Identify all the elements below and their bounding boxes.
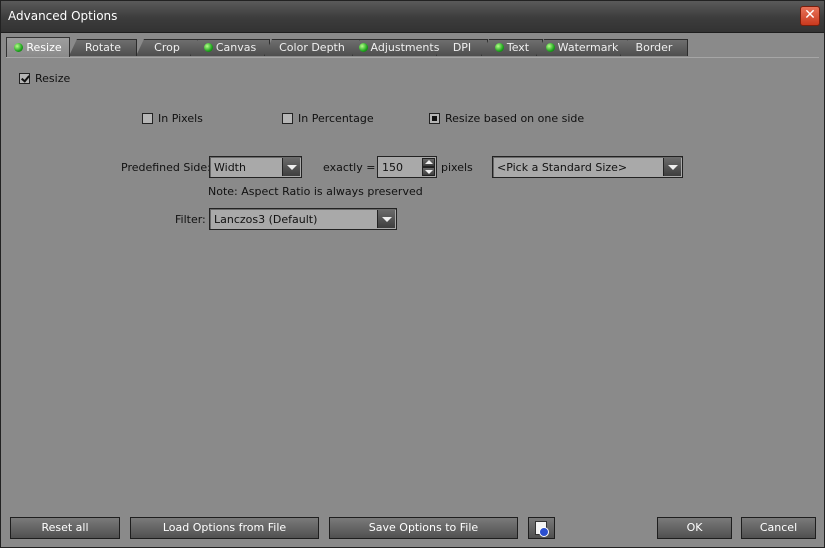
filter-select[interactable]: Lanczos3 (Default) — [209, 208, 397, 230]
spin-up-icon[interactable] — [422, 158, 435, 167]
in-pixels-label: In Pixels — [158, 112, 203, 125]
status-led-icon — [203, 43, 213, 52]
close-button[interactable]: ✕ — [800, 6, 820, 26]
advanced-options-window: Advanced Options ✕ Resize Rotate Crop Ca… — [0, 0, 825, 548]
status-led-icon — [545, 43, 555, 52]
resize-one-side-label: Resize based on one side — [445, 112, 585, 125]
options-file-button[interactable] — [528, 517, 555, 539]
chevron-down-icon[interactable] — [377, 210, 395, 228]
predefined-side-select[interactable]: Width — [209, 156, 302, 178]
resize-enable-checkbox[interactable] — [19, 73, 30, 84]
tab-canvas[interactable]: Canvas — [190, 39, 270, 56]
tab-watermark[interactable]: Watermark — [536, 39, 628, 56]
tab-dpi[interactable]: DPI — [436, 39, 488, 56]
exactly-label: exactly = — [323, 161, 376, 174]
save-options-button[interactable]: Save Options to File — [329, 517, 518, 539]
resize-enable-label: Resize — [35, 72, 71, 85]
load-options-button[interactable]: Load Options from File — [130, 517, 319, 539]
cancel-button[interactable]: Cancel — [741, 517, 816, 539]
pixels-label: pixels — [441, 161, 473, 174]
exactly-value-spinner[interactable]: 150 — [377, 156, 437, 178]
in-percentage-label: In Percentage — [298, 112, 374, 125]
status-led-icon — [358, 43, 368, 52]
tab-resize[interactable]: Resize — [6, 37, 70, 57]
tab-border[interactable]: Border — [620, 39, 688, 56]
tab-text[interactable]: Text — [481, 39, 543, 56]
tab-rotate[interactable]: Rotate — [69, 39, 137, 56]
document-settings-icon — [535, 521, 549, 537]
spin-down-icon[interactable] — [422, 167, 435, 176]
tab-color-depth[interactable]: Color Depth — [264, 39, 360, 56]
in-pixels-checkbox[interactable] — [142, 113, 153, 124]
close-icon: ✕ — [804, 7, 816, 23]
predefined-side-label: Predefined Side: — [121, 161, 211, 174]
footer-bar: Reset all Load Options from File Save Op… — [1, 509, 824, 547]
resize-one-side-checkbox[interactable] — [429, 113, 440, 124]
in-percentage-checkbox[interactable] — [282, 113, 293, 124]
tab-crop[interactable]: Crop — [136, 39, 198, 56]
reset-all-button[interactable]: Reset all — [10, 517, 120, 539]
standard-size-select[interactable]: <Pick a Standard Size> — [492, 156, 683, 178]
ok-button[interactable]: OK — [657, 517, 732, 539]
tab-adjustments[interactable]: Adjustments — [352, 39, 446, 56]
status-led-icon — [494, 43, 504, 52]
window-title: Advanced Options — [8, 9, 118, 23]
chevron-down-icon[interactable] — [663, 158, 681, 176]
filter-label: Filter: — [175, 213, 206, 226]
chevron-down-icon[interactable] — [282, 158, 300, 176]
title-bar[interactable]: Advanced Options ✕ — [1, 1, 824, 33]
aspect-ratio-note: Note: Aspect Ratio is always preserved — [208, 185, 423, 198]
tab-strip: Resize Rotate Crop Canvas Color Depth Ad… — [6, 37, 821, 59]
status-led-icon — [14, 43, 24, 52]
resize-panel: Resize In Pixels In Percentage Resize ba… — [6, 57, 819, 508]
